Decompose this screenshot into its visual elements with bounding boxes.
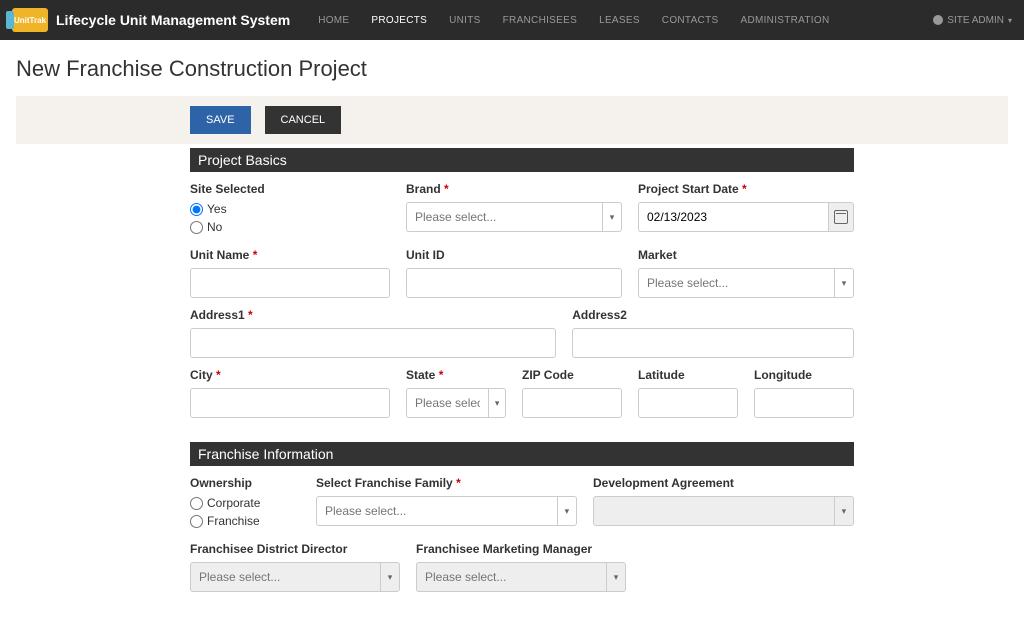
unit-id-input[interactable] — [406, 268, 622, 298]
market-select-toggle[interactable]: ▾ — [834, 268, 854, 298]
action-bar: SAVE CANCEL — [16, 96, 1008, 144]
district-director-select — [190, 562, 380, 592]
start-date-picker-button[interactable] — [828, 202, 854, 232]
longitude-input[interactable] — [754, 388, 854, 418]
start-date-input[interactable] — [638, 202, 828, 232]
label-district-director: Franchisee District Director — [190, 542, 400, 556]
label-marketing-manager: Franchisee Marketing Manager — [416, 542, 626, 556]
user-menu[interactable]: SITE ADMIN ▾ — [933, 15, 1012, 26]
app-logo: UnitTrak — [12, 8, 48, 32]
label-market: Market — [638, 248, 854, 262]
label-address1: Address1 * — [190, 308, 556, 322]
label-site-selected: Site Selected — [190, 182, 390, 196]
calendar-icon — [834, 210, 848, 224]
caret-down-icon: ▾ — [1008, 16, 1012, 25]
dev-agreement-toggle: ▾ — [834, 496, 854, 526]
nav-home[interactable]: HOME — [308, 9, 359, 32]
user-label: SITE ADMIN — [947, 15, 1004, 26]
save-button[interactable]: SAVE — [190, 106, 251, 134]
market-select[interactable] — [638, 268, 834, 298]
dev-agreement-select — [593, 496, 834, 526]
cancel-button[interactable]: CANCEL — [265, 106, 342, 134]
label-city: City * — [190, 368, 390, 382]
brand-select-toggle[interactable]: ▾ — [602, 202, 622, 232]
unit-name-input[interactable] — [190, 268, 390, 298]
label-unit-name: Unit Name * — [190, 248, 390, 262]
city-input[interactable] — [190, 388, 390, 418]
marketing-manager-toggle: ▾ — [606, 562, 626, 592]
latitude-input[interactable] — [638, 388, 738, 418]
label-ownership: Ownership — [190, 476, 300, 490]
label-unit-id: Unit ID — [406, 248, 622, 262]
address2-input[interactable] — [572, 328, 854, 358]
marketing-manager-select — [416, 562, 606, 592]
app-brand: Lifecycle Unit Management System — [56, 12, 290, 28]
nav-franchisees[interactable]: FRANCHISEES — [493, 9, 587, 32]
nav-projects[interactable]: PROJECTS — [361, 9, 437, 32]
nav-contacts[interactable]: CONTACTS — [652, 9, 729, 32]
label-start-date: Project Start Date * — [638, 182, 854, 196]
label-state: State * — [406, 368, 506, 382]
section-franchise-info: Franchise Information — [190, 442, 854, 466]
label-longitude: Longitude — [754, 368, 854, 382]
page-title: New Franchise Construction Project — [16, 56, 1008, 82]
navbar: UnitTrak Lifecycle Unit Management Syste… — [0, 0, 1024, 40]
radio-site-no[interactable]: No — [190, 220, 390, 234]
nav-administration[interactable]: ADMINISTRATION — [730, 9, 839, 32]
address1-input[interactable] — [190, 328, 556, 358]
label-dev-agreement: Development Agreement — [593, 476, 854, 490]
state-select-toggle[interactable]: ▾ — [488, 388, 506, 418]
franchise-family-toggle[interactable]: ▾ — [557, 496, 577, 526]
radio-site-yes[interactable]: Yes — [190, 202, 390, 216]
section-project-basics: Project Basics — [190, 148, 854, 172]
zip-input[interactable] — [522, 388, 622, 418]
label-address2: Address2 — [572, 308, 854, 322]
label-latitude: Latitude — [638, 368, 738, 382]
franchise-family-select[interactable] — [316, 496, 557, 526]
label-franchise-family: Select Franchise Family * — [316, 476, 577, 490]
label-brand: Brand * — [406, 182, 622, 196]
nav-leases[interactable]: LEASES — [589, 9, 650, 32]
district-director-toggle: ▾ — [380, 562, 400, 592]
brand-select[interactable] — [406, 202, 602, 232]
nav-units[interactable]: UNITS — [439, 9, 491, 32]
radio-corporate[interactable]: Corporate — [190, 496, 300, 510]
user-icon — [933, 15, 943, 25]
nav-items: HOME PROJECTS UNITS FRANCHISEES LEASES C… — [308, 9, 839, 32]
label-zip: ZIP Code — [522, 368, 622, 382]
state-select[interactable] — [406, 388, 488, 418]
